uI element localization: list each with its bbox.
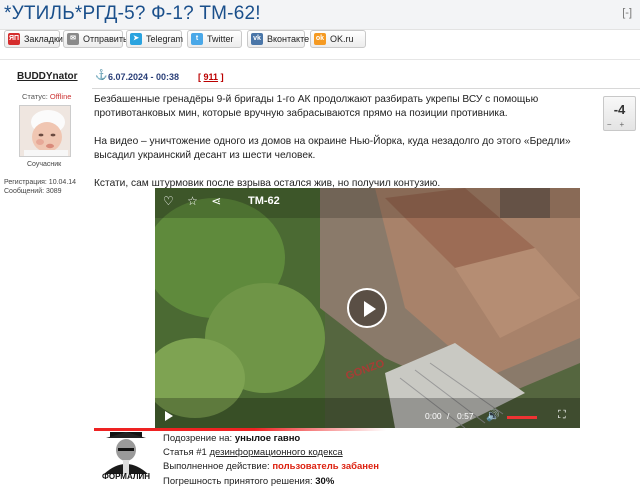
rating-controls: −+ (604, 120, 635, 129)
vote-up-icon[interactable]: + (620, 120, 633, 129)
volume-icon[interactable]: 🔊 (486, 409, 500, 422)
user-rank: Соучасник (27, 161, 62, 168)
share-bar: ЯП Закладки ✉ Отправить ➤ Telegram t Twi… (0, 30, 640, 52)
sig-label-2: Статья #1 (163, 447, 207, 459)
thread-title-bar: *УТИЛЬ*РГД-5? Ф-1? ТМ-62! [-] (0, 0, 640, 30)
twitter-icon: t (191, 33, 203, 45)
status-value: Offline (49, 92, 72, 101)
fullscreen-icon[interactable]: ⛶ (558, 409, 566, 422)
vote-down-icon[interactable]: − (607, 120, 620, 129)
sig-value-3: пользователь забанен (272, 461, 380, 473)
play-button[interactable] (347, 288, 387, 328)
odnoklassniki-icon: ok (314, 33, 326, 45)
play-icon (364, 301, 376, 317)
share-label: Вконтакте (267, 34, 310, 44)
sig-label-4: Погрешность принятого решения: (163, 475, 313, 486)
vk-icon: vk (251, 33, 263, 45)
share-button-vkontakte[interactable]: vk Вконтакте (247, 30, 309, 48)
sig-label-3: Выполненное действие: (163, 461, 270, 473)
post-date: 6.07.2024 - 00:38 (108, 72, 180, 82)
status-label: Статус: (22, 92, 48, 101)
avatar[interactable] (19, 105, 71, 157)
post-number: [ 911 ] (198, 72, 224, 82)
post-paragraph: На видео – уничтожение одного из домов н… (94, 136, 571, 161)
signature-label: ФОРМАЛИН (102, 472, 150, 481)
sig-value-1: унылое гавно (234, 433, 301, 444)
video-player[interactable]: ♡ ☆ ⋖ ТМ-62 GONZO 0:00 / 0:57 🔊 ⛶ (155, 188, 580, 428)
mail-icon: ✉ (67, 33, 79, 45)
post-rating: -4 −+ (603, 96, 636, 131)
signature-text: Подозрение на: унылое гавно Статья #1 де… (163, 432, 379, 486)
divider (92, 88, 640, 89)
sig-label-1: Подозрение на: (163, 433, 233, 444)
time-separator: / (447, 411, 450, 421)
bracket-open: [ (198, 72, 201, 82)
collapse-toggle[interactable]: [-] (622, 7, 632, 19)
post-header: BUDDYnator ⚓ 6.07.2024 - 00:38 [ 911 ] (0, 68, 640, 88)
share-label: Отправить (83, 34, 128, 44)
current-time: 0:00 (425, 411, 442, 421)
share-button-otpravit[interactable]: ✉ Отправить (63, 30, 128, 48)
sig-value-2[interactable]: дезинформационного кодекса (209, 447, 342, 458)
share-label: Закладки (24, 34, 63, 44)
sig-value-4: 30% (315, 475, 335, 486)
share-button-okru[interactable]: ok OK.ru (310, 30, 366, 48)
bracket-close: ] (220, 72, 224, 82)
user-registration: Регистрация: 10.04.14 Сообщений: 3089 (4, 178, 76, 196)
post-number-link[interactable]: 911 (204, 72, 219, 82)
sig-line-1: Подозрение на: унылое гавно (163, 432, 379, 446)
sig-line-3: Выполненное действие: пользователь забан… (163, 460, 379, 474)
star-icon[interactable]: ☆ (187, 194, 198, 208)
share-label: OK.ru (330, 34, 354, 44)
sig-line-2: Статья #1 дезинформационного кодекса (163, 446, 379, 460)
play-pause-icon[interactable] (165, 411, 173, 421)
author-name[interactable]: BUDDYnator (17, 71, 78, 82)
divider (0, 59, 640, 60)
rating-value: -4 (613, 102, 626, 117)
video-top-actions: ♡ ☆ ⋖ (163, 194, 221, 208)
user-status: Статус: Offline (22, 92, 71, 101)
yandex-bookmarks-icon: ЯП (8, 33, 20, 45)
share-label: Telegram (146, 34, 184, 44)
heart-icon[interactable]: ♡ (163, 194, 174, 208)
volume-slider[interactable] (507, 416, 537, 419)
share-label: Twitter (207, 34, 234, 44)
sig-line-4: Погрешность принятого решения: 30% (163, 475, 379, 486)
registration-date: Регистрация: 10.04.14 (4, 179, 77, 186)
share-button-twitter[interactable]: t Twitter (187, 30, 242, 48)
telegram-icon: ➤ (130, 33, 142, 45)
video-title: ТМ-62 (248, 195, 280, 207)
share-button-telegram[interactable]: ➤ Telegram (126, 30, 184, 48)
duration: 0:57 (457, 411, 474, 421)
thread-title: *УТИЛЬ*РГД-5? Ф-1? ТМ-62! (4, 3, 261, 24)
message-count: Сообщений: 3089 (4, 188, 62, 195)
share-icon[interactable]: ⋖ (211, 194, 221, 208)
post-paragraph: Безбашенные гренадёры 9-й бригады 1-го А… (94, 94, 539, 119)
share-button-zakladki[interactable]: ЯП Закладки (4, 30, 63, 48)
video-controls: 0:00 / 0:57 🔊 ⛶ (155, 406, 580, 428)
post-anchor-icon[interactable]: ⚓ (95, 70, 107, 81)
